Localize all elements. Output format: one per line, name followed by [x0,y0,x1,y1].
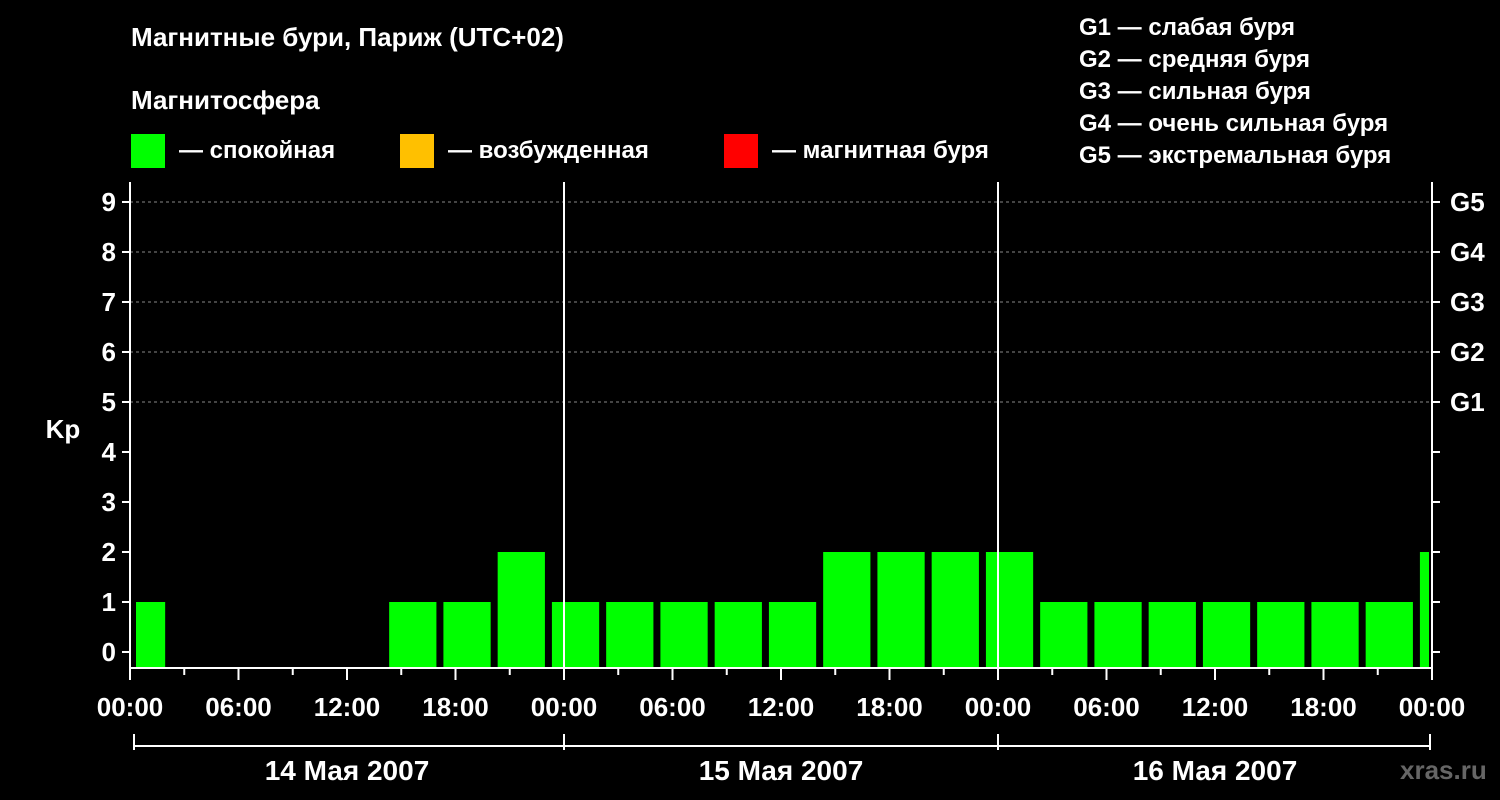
kp-bar [1419,552,1429,668]
kp-bar [551,602,600,668]
kp-bar-chart: 0 1 2 3 4 5 6 7 8 9 G1 G2 G3 G4 G5 Kp 00:00 06:00 12:00 18:… [46,182,1485,786]
kp-bar [1148,602,1196,668]
g-axis-label: G1 [1450,387,1485,417]
kp-bar [1040,602,1088,668]
g-axis-label: G2 [1450,337,1485,367]
x-tick-label: 18:00 [422,692,489,722]
day-label: 15 Мая 2007 [699,755,864,786]
kp-bar [985,552,1034,668]
kp-bar [497,552,545,668]
x-tick-label: 18:00 [1290,692,1357,722]
kp-bar [660,602,708,668]
kp-bar [1257,602,1305,668]
x-tick-label: 18:00 [856,692,923,722]
g-axis-label: G5 [1450,187,1485,217]
x-tick-label: 06:00 [1073,692,1140,722]
y-tick-label: 7 [102,287,116,317]
y-tick-label: 6 [102,337,116,367]
y-axis-title: Kp [46,414,81,444]
kp-bar [823,552,871,668]
x-tick-label: 06:00 [205,692,272,722]
x-tick-label: 00:00 [531,692,598,722]
kp-bar [1365,602,1413,668]
x-tick-label: 00:00 [97,692,164,722]
kp-bar [1094,602,1142,668]
kp-bar [714,602,762,668]
y-tick-label: 4 [102,437,117,467]
kp-bar [877,552,925,668]
x-tick-label: 06:00 [639,692,706,722]
y-tick-label: 0 [102,637,116,667]
y-tick-label: 3 [102,487,116,517]
y-tick-label: 1 [102,587,116,617]
g-axis-label: G3 [1450,287,1485,317]
y-tick-label: 8 [102,237,116,267]
x-tick-label: 12:00 [314,692,381,722]
day-label: 14 Мая 2007 [265,755,430,786]
x-tick-label: 00:00 [965,692,1032,722]
kp-bar [606,602,654,668]
kp-bar [136,602,166,668]
y-tick-label: 9 [102,187,116,217]
kp-bar [1311,602,1359,668]
g-axis-label: G4 [1450,237,1485,267]
day-label: 16 Мая 2007 [1133,755,1298,786]
x-tick-label: 12:00 [748,692,815,722]
x-tick-label: 12:00 [1182,692,1249,722]
kp-bar [443,602,491,668]
kp-bar [931,552,979,668]
kp-bar [768,602,817,668]
watermark: xras.ru [1400,755,1487,785]
x-tick-label: 00:00 [1399,692,1466,722]
kp-bar [1202,602,1251,668]
y-tick-label: 5 [102,387,116,417]
y-tick-label: 2 [102,537,116,567]
kp-bar [389,602,437,668]
